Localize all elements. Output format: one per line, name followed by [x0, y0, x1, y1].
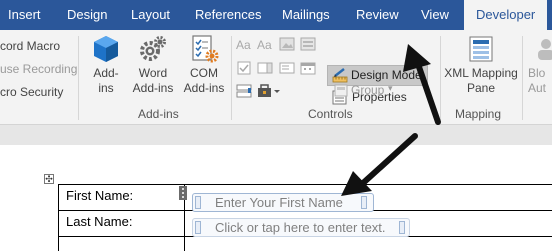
- repeating-section-control-icon[interactable]: [236, 84, 252, 103]
- rich-text-control-icon[interactable]: Aa: [236, 37, 252, 56]
- building-block-control-icon[interactable]: [300, 37, 316, 56]
- block-authors-label-2: Aut: [528, 81, 547, 95]
- word-addins-button[interactable]: Word Add-ins: [128, 34, 178, 96]
- tab-view[interactable]: View: [421, 0, 449, 30]
- mapping-group-label: Mapping: [455, 107, 502, 121]
- design-mode-label: Design Mode: [351, 68, 422, 82]
- last-name-placeholder: Click or tap here to enter text.: [215, 220, 386, 235]
- table-top-border: [58, 184, 552, 185]
- tab-layout[interactable]: Layout: [131, 0, 170, 30]
- dropdown-list-control-icon[interactable]: [279, 61, 295, 80]
- com-addins-label-1: COM: [190, 66, 218, 80]
- xml-mapping-pane-icon: [469, 36, 493, 62]
- plain-text-control-icon[interactable]: Aa: [257, 37, 273, 56]
- addins-label-1: Add-: [93, 66, 119, 80]
- addins-group-label: Add-ins: [138, 107, 179, 121]
- group-separator: [440, 36, 441, 120]
- com-addins-label-2: Add-ins: [183, 81, 225, 95]
- word-addins-label-1: Word: [138, 66, 168, 80]
- first-name-label: First Name:: [66, 188, 134, 203]
- macro-security-button[interactable]: cro Security: [0, 85, 63, 99]
- group-separator: [231, 36, 232, 120]
- tab-mailings[interactable]: Mailings: [282, 0, 330, 30]
- record-macro-button[interactable]: cord Macro: [0, 39, 60, 53]
- first-name-content-control[interactable]: Enter Your First Name: [192, 193, 374, 212]
- tab-insert[interactable]: Insert: [8, 0, 41, 30]
- word-addins-label-2: Add-ins: [132, 81, 174, 95]
- svg-text:Aa: Aa: [257, 38, 272, 51]
- table-move-handle-icon[interactable]: ✣: [44, 174, 54, 184]
- pause-recording-button[interactable]: use Recording: [0, 62, 77, 76]
- document-background: [0, 125, 552, 145]
- content-control-end-tag: [361, 196, 367, 209]
- ribbon-tab-bar: Insert Design Layout References Mailings…: [0, 0, 552, 30]
- controls-group-label: Controls: [308, 107, 353, 121]
- checklist-gear-icon: [192, 35, 219, 63]
- ribbon: cord Macro use Recording cro Security Ad…: [0, 30, 552, 125]
- date-picker-control-icon[interactable]: [300, 61, 316, 80]
- content-control-start-tag: [195, 196, 201, 209]
- content-control-end-tag: [399, 221, 405, 234]
- block-authors-icon: [538, 39, 552, 60]
- group-separator: [522, 36, 523, 120]
- xml-mapping-pane-button[interactable]: XML Mapping Pane: [442, 34, 520, 96]
- com-addins-button[interactable]: COM Add-ins: [179, 34, 229, 96]
- table-left-border: [58, 184, 59, 251]
- last-name-label: Last Name:: [66, 214, 133, 229]
- group-separator: [78, 36, 79, 120]
- row-grip-icon[interactable]: [179, 186, 187, 200]
- tab-design[interactable]: Design: [67, 0, 107, 30]
- design-mode-ruler-pencil-icon: [332, 68, 348, 83]
- xml-mapping-pane-label-1: XML Mapping: [444, 66, 518, 80]
- first-name-placeholder: Enter Your First Name: [215, 195, 343, 210]
- gear-icon: [140, 36, 166, 61]
- checkbox-control-icon[interactable]: [236, 61, 252, 80]
- tab-references[interactable]: References: [195, 0, 261, 30]
- group-icon: [334, 84, 348, 97]
- block-authors-button[interactable]: Blo Aut: [528, 34, 552, 96]
- block-authors-label-1: Blo: [528, 66, 546, 80]
- last-name-content-control[interactable]: Click or tap here to enter text.: [192, 218, 410, 237]
- addins-button[interactable]: Add- ins: [86, 34, 126, 96]
- combo-box-control-icon[interactable]: [257, 61, 273, 80]
- addins-label-2: ins: [98, 81, 114, 95]
- tab-developer[interactable]: Developer: [464, 0, 548, 30]
- chevron-down-icon: ▾: [388, 83, 393, 93]
- content-control-start-tag: [195, 221, 201, 234]
- svg-text:Aa: Aa: [236, 38, 251, 51]
- addins-cube-icon: [94, 36, 118, 62]
- legacy-tools-icon[interactable]: [257, 84, 281, 103]
- tab-review[interactable]: Review: [356, 0, 399, 30]
- group-label: Group: [351, 83, 385, 97]
- picture-control-icon[interactable]: [279, 37, 295, 56]
- xml-mapping-pane-label-2: Pane: [466, 81, 496, 95]
